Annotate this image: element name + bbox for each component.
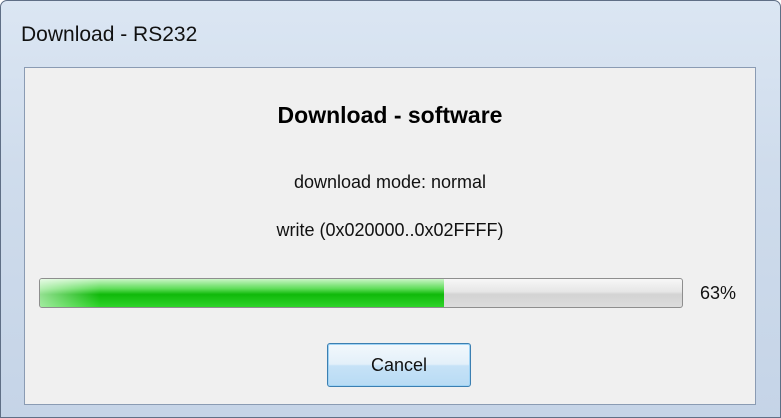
progress-percent-label: 63% — [700, 283, 737, 303]
dialog-client-area: Download - software download mode: norma… — [24, 67, 756, 405]
write-range-label: write (0x020000..0x02FFFF) — [276, 220, 504, 240]
title-bar[interactable]: Download - RS232 — [1, 1, 780, 67]
download-progress-bar — [39, 278, 683, 308]
cancel-button[interactable]: Cancel — [327, 343, 471, 387]
window-title: Download - RS232 — [21, 23, 198, 46]
download-mode-label: download mode: normal — [293, 172, 487, 192]
progress-fill — [40, 279, 445, 307]
dialog-heading: Download - software — [277, 102, 503, 128]
download-dialog-window: Download - RS232 Download - software dow… — [0, 0, 781, 418]
